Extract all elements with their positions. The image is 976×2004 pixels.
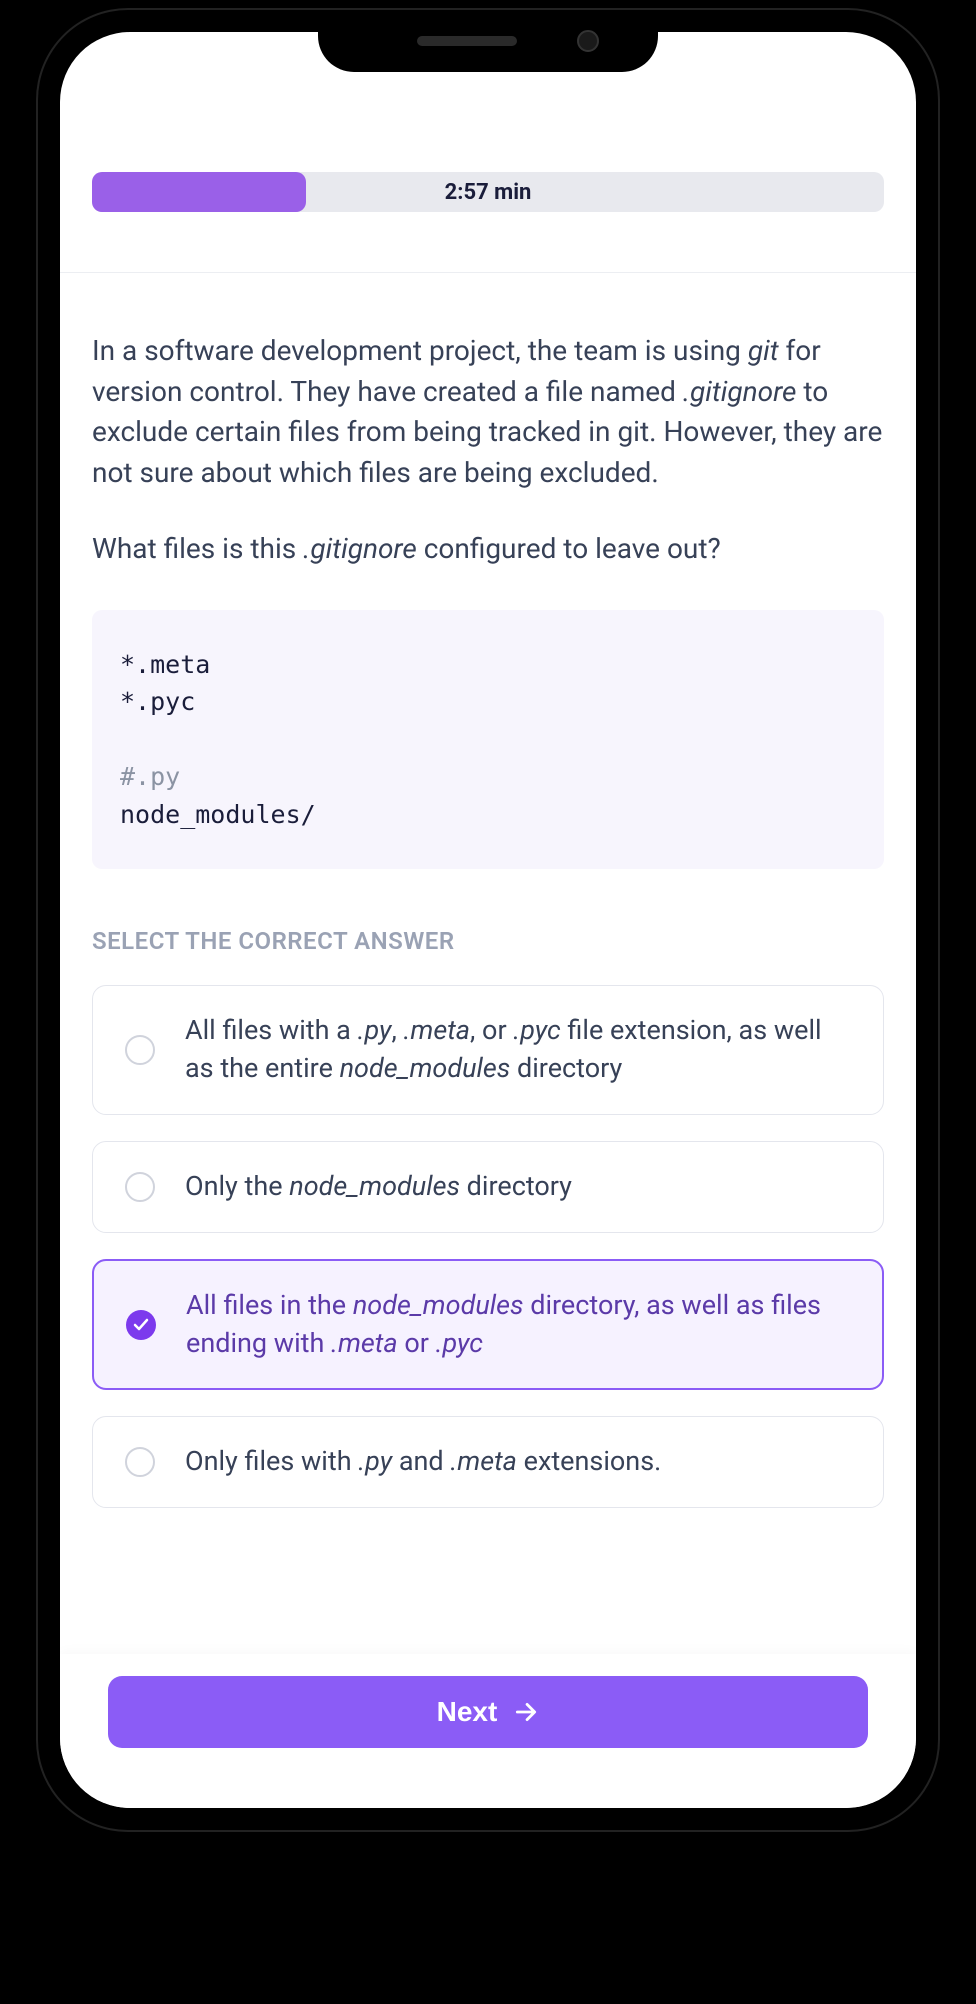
text-emphasis: .meta [450,1445,517,1477]
notch-camera [577,30,599,52]
header-divider [60,272,916,273]
answer-list: All files with a .py, .meta, or .pyc fil… [92,985,884,1508]
text-fragment: configured to leave out? [417,532,721,565]
text-emphasis: .gitignore [303,532,417,565]
text-fragment: or [398,1327,436,1359]
text-emphasis: node_modules [289,1170,460,1202]
notch-speaker [417,36,517,46]
text-emphasis: .py [358,1014,392,1046]
answer-option-0[interactable]: All files with a .py, .meta, or .pyc fil… [92,985,884,1115]
answer-text: Only files with .py and .meta extensions… [185,1443,661,1481]
progress-bar: 2:57 min [92,172,884,212]
code-comment-line: #.py [120,762,180,791]
section-label: SELECT THE CORRECT ANSWER [92,927,884,955]
question-paragraph-1: In a software development project, the t… [92,331,884,493]
text-emphasis: .meta [403,1014,470,1046]
text-emphasis: node_modules [340,1052,511,1084]
check-icon [133,1317,149,1333]
text-fragment: and [392,1445,450,1477]
text-fragment: directory [510,1052,622,1084]
radio-unchecked-icon [125,1172,155,1202]
code-line: *.pyc [120,687,195,716]
content-area: 2:57 min In a software development proje… [60,32,916,1654]
progress-fill [92,172,306,212]
answer-text: Only the node_modules directory [185,1168,572,1206]
text-fragment: All files with a [185,1014,358,1046]
text-emphasis: .meta [331,1327,398,1359]
code-block: *.meta *.pyc #.py node_modules/ [92,610,884,870]
text-fragment: Only the [185,1170,289,1202]
question-paragraph-2: What files is this .gitignore configured… [92,529,884,570]
text-emphasis: .pyc [436,1327,483,1359]
text-fragment: All files in the [186,1289,353,1321]
text-emphasis: .gitignore [683,375,797,408]
text-fragment: What files is this [92,532,303,565]
text-emphasis: git [748,334,779,367]
next-button-label: Next [437,1696,498,1728]
text-fragment: , or [470,1014,513,1046]
phone-frame: 2:57 min In a software development proje… [38,10,938,1830]
code-line: *.meta [120,650,210,679]
text-emphasis: .pyc [513,1014,560,1046]
text-emphasis: .py [358,1445,392,1477]
radio-checked-icon [126,1310,156,1340]
radio-unchecked-icon [125,1035,155,1065]
next-button[interactable]: Next [108,1676,868,1748]
answer-option-2[interactable]: All files in the node_modules directory,… [92,1259,884,1391]
timer-label: 2:57 min [445,180,532,205]
phone-notch [318,10,658,72]
text-fragment: In a software development project, the t… [92,334,748,367]
text-fragment: directory [460,1170,572,1202]
radio-unchecked-icon [125,1447,155,1477]
answer-option-1[interactable]: Only the node_modules directory [92,1141,884,1233]
bottom-bar: Next [60,1654,916,1808]
text-fragment: extensions. [517,1445,661,1477]
answer-text: All files in the node_modules directory,… [186,1287,850,1363]
text-emphasis: node_modules [353,1289,524,1321]
answer-option-3[interactable]: Only files with .py and .meta extensions… [92,1416,884,1508]
arrow-right-icon [513,1699,539,1725]
phone-screen: 2:57 min In a software development proje… [60,32,916,1808]
text-fragment: , [391,1014,403,1046]
answer-text: All files with a .py, .meta, or .pyc fil… [185,1012,851,1088]
code-line: node_modules/ [120,800,316,829]
text-fragment: Only files with [185,1445,358,1477]
